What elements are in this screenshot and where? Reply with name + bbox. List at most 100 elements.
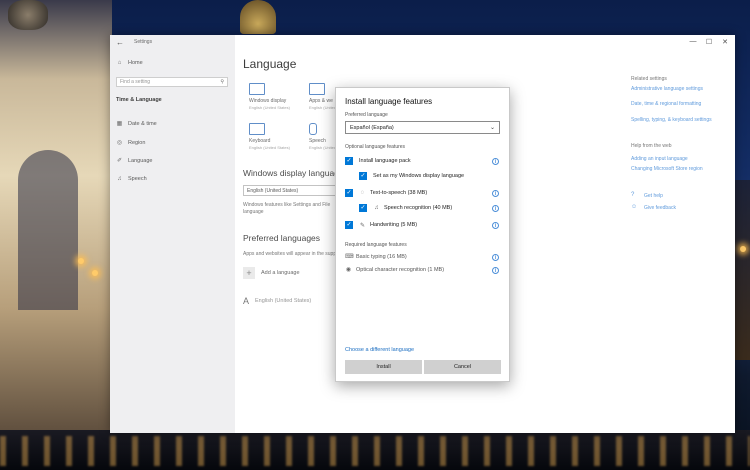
help-link-input-language[interactable]: Adding an input language [631, 156, 688, 162]
keyboard-icon: ⌨ [345, 254, 354, 260]
street-lamp [78, 258, 84, 264]
checkbox-checked-icon[interactable]: ✓ [345, 157, 353, 165]
help-link-store-region[interactable]: Changing Microsoft Store region [631, 166, 703, 172]
window-title: Settings [134, 39, 153, 45]
sidebar-item-label: Home [128, 60, 143, 66]
required-ocr: ◉ Optical character recognition (1 MB) [345, 266, 445, 274]
tile-keyboard[interactable]: Keyboard English (United States) [249, 123, 290, 150]
tile-sub: English (United States) [249, 105, 290, 110]
info-icon[interactable]: i [492, 267, 499, 274]
required-label: Optical character recognition (1 MB) [356, 266, 445, 273]
sidebar-item-language[interactable]: ✐ Language [116, 157, 153, 165]
dialog-title: Install language features [345, 97, 433, 106]
display-language-select[interactable]: English (United States) [243, 185, 343, 196]
preferred-language-value: Español (España) [350, 125, 394, 131]
tile-label: Keyboard [249, 138, 271, 144]
sidebar-section-title: Time & Language [116, 97, 162, 103]
required-features-label: Required language features [345, 242, 407, 248]
search-icon[interactable]: ⚲ [220, 79, 224, 85]
language-list-item[interactable]: A English (United States) [243, 296, 311, 306]
tile-label: Speech [309, 138, 326, 144]
display-language-desc: Windows features like Settings and File … [243, 202, 331, 215]
feature-handwriting[interactable]: ✓ ✎ Handwriting (5 MB) [345, 221, 417, 229]
back-arrow-icon[interactable]: ← [116, 38, 124, 47]
sidebar-item-label: Date & time [128, 120, 157, 127]
install-language-dialog: Install language features Preferred lang… [335, 87, 510, 382]
help-icon: ? [631, 192, 635, 198]
plus-icon: + [243, 267, 255, 279]
sidebar-item-label: Language [128, 157, 153, 164]
pen-icon: ✎ [359, 222, 366, 229]
feature-label: Speech recognition (40 MB) [384, 205, 453, 211]
add-language-label: Add a language [261, 270, 300, 276]
install-button[interactable]: Install [345, 360, 422, 374]
sidebar-item-home[interactable]: ⌂ Home [116, 60, 143, 66]
wallpaper-reflections [0, 436, 750, 466]
add-language-button[interactable]: + Add a language [243, 267, 300, 279]
checkbox-checked-icon[interactable]: ✓ [359, 204, 367, 212]
home-icon: ⌂ [117, 60, 122, 66]
street-lamp [740, 246, 746, 252]
wallpaper-statue [8, 0, 48, 30]
feature-text-to-speech[interactable]: ✓ ◌ Text-to-speech (38 MB) [345, 189, 427, 197]
get-help-link[interactable]: Get help [644, 193, 663, 199]
required-basic-typing: ⌨ Basic typing (16 MB) [345, 253, 407, 261]
required-label: Basic typing (16 MB) [356, 253, 407, 260]
feature-display-language[interactable]: ✓ Set as my Windows display language [359, 172, 464, 180]
tile-label: Apps & we [309, 98, 333, 104]
scan-icon: ◉ [345, 267, 352, 273]
sidebar-item-label: Region [128, 139, 146, 146]
window-icon [309, 83, 325, 95]
microphone-icon: ♫ [117, 176, 122, 182]
sidebar-item-date-time[interactable]: ▦ Date & time [116, 120, 157, 128]
page-title: Language [243, 57, 297, 71]
feature-label: Set as my Windows display language [373, 173, 465, 179]
monitor-icon [249, 83, 265, 95]
sidebar-item-region[interactable]: ◎ Region [116, 139, 146, 147]
feature-label: Install language pack [359, 158, 411, 164]
checkbox-checked-icon[interactable]: ✓ [345, 189, 353, 197]
tile-label: Windows display [249, 98, 287, 104]
keyboard-icon [249, 123, 265, 135]
microphone-icon: ♫ [374, 205, 379, 211]
cancel-button[interactable]: Cancel [424, 360, 501, 374]
choose-different-language-link[interactable]: Choose a different language [345, 347, 414, 353]
related-link-admin-language[interactable]: Administrative language settings [631, 86, 703, 92]
feature-language-pack[interactable]: ✓ Install language pack [345, 157, 411, 165]
info-icon[interactable]: i [492, 254, 499, 261]
language-icon: ✐ [116, 158, 123, 164]
info-icon[interactable]: i [492, 158, 499, 165]
preferred-language-select[interactable]: Español (España) ⌄ [345, 121, 500, 134]
speech-bubble-icon: ◌ [360, 190, 365, 196]
chevron-down-icon: ⌄ [489, 125, 495, 131]
give-feedback-link[interactable]: Give feedback [644, 205, 676, 211]
search-input[interactable]: Find a setting ⚲ [116, 77, 228, 87]
microphone-icon [309, 123, 317, 135]
info-icon[interactable]: i [492, 222, 499, 229]
info-icon[interactable]: i [492, 190, 499, 197]
related-link-date-time-format[interactable]: Date, time & regional formatting [631, 101, 701, 107]
optional-features-label: Optional language features [345, 144, 406, 150]
sidebar-item-speech[interactable]: ♫ Speech [116, 176, 147, 182]
wallpaper-arch [18, 150, 78, 310]
feedback-icon: ☺ [631, 204, 638, 210]
info-icon[interactable]: i [492, 205, 499, 212]
feature-label: Text-to-speech (38 MB) [370, 190, 428, 196]
preferred-languages-heading: Preferred languages [243, 233, 321, 243]
checkbox-checked-icon[interactable]: ✓ [345, 221, 353, 229]
sidebar-item-label: Speech [128, 176, 147, 182]
street-lamp [92, 270, 98, 276]
preferred-language-label: Preferred language [345, 112, 388, 118]
wallpaper-bridge-pillar [734, 180, 750, 360]
help-web-heading: Help from the web [631, 143, 672, 149]
feature-speech-recognition[interactable]: ✓ ♫ Speech recognition (40 MB) [359, 204, 452, 212]
search-placeholder: Find a setting [120, 79, 151, 85]
related-link-spelling-typing[interactable]: Spelling, typing, & keyboard settings [631, 117, 712, 123]
related-settings-heading: Related settings [631, 76, 667, 82]
tile-windows-display[interactable]: Windows display English (United States) [249, 83, 290, 110]
checkbox-checked-icon[interactable]: ✓ [359, 172, 367, 180]
language-name: English (United States) [255, 298, 312, 304]
wallpaper-dome [240, 0, 276, 34]
preferred-languages-desc: Apps and websites will appear in the sup… [243, 251, 342, 257]
calendar-icon: ▦ [116, 121, 123, 127]
